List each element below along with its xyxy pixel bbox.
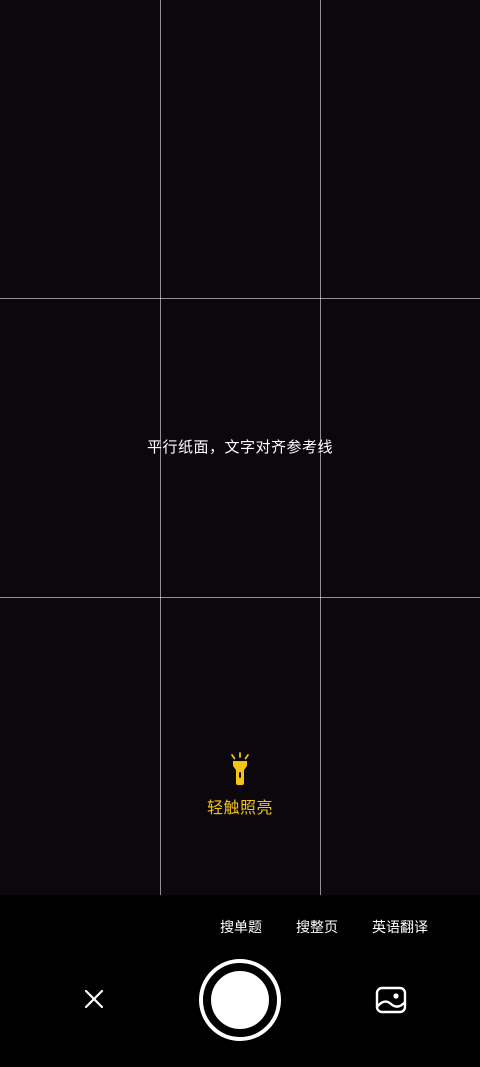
shutter-button[interactable] bbox=[199, 959, 281, 1041]
camera-viewfinder: 平行纸面，文字对齐参考线 轻触照亮 bbox=[0, 0, 480, 895]
grid-line-horizontal-2 bbox=[0, 597, 480, 598]
mode-search-page[interactable]: 搜整页 bbox=[296, 917, 338, 937]
mode-english-translate[interactable]: 英语翻译 bbox=[372, 917, 428, 937]
mode-search-single[interactable]: 搜单题 bbox=[220, 917, 262, 937]
shutter-inner bbox=[208, 968, 272, 1032]
image-gallery-icon[interactable] bbox=[374, 985, 408, 1015]
close-icon[interactable] bbox=[80, 985, 108, 1013]
flashlight-icon bbox=[231, 752, 249, 785]
camera-controls: 搜单题 搜整页 英语翻译 bbox=[0, 895, 480, 1067]
torch-button[interactable]: 轻触照亮 bbox=[190, 752, 290, 824]
alignment-hint: 平行纸面，文字对齐参考线 bbox=[146, 438, 333, 456]
grid-line-horizontal-1 bbox=[0, 298, 480, 299]
torch-label: 轻触照亮 bbox=[206, 798, 273, 817]
